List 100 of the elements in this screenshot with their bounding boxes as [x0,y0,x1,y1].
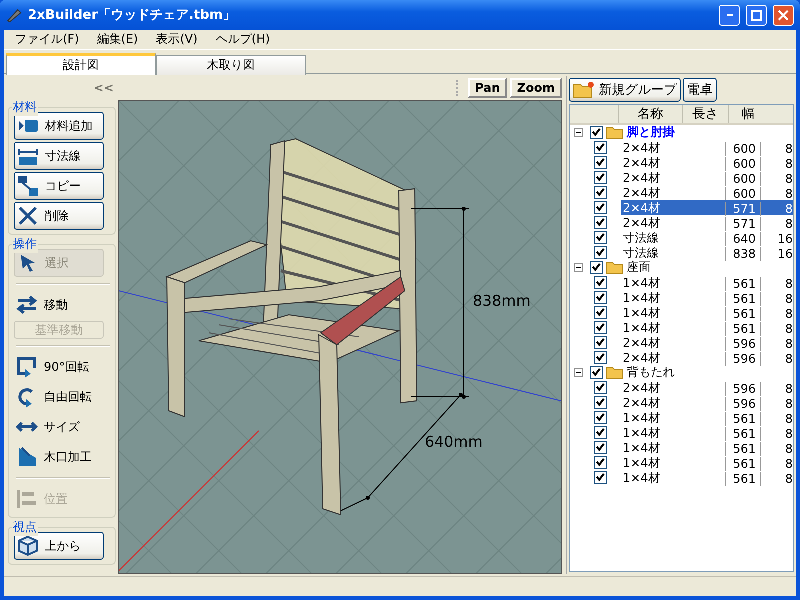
table-cell-text: 2×4材 [622,335,662,352]
checkbox[interactable] [594,156,607,169]
checkbox[interactable] [590,261,603,274]
checkbox[interactable] [594,171,607,184]
toolbar-button[interactable]: 電卓 [683,78,717,102]
column-header[interactable]: 長さ [682,105,728,123]
tree-row[interactable]: 1×4材 561 8 [621,290,793,305]
checkbox[interactable] [594,336,607,349]
checkbox[interactable] [594,411,607,424]
table-cell-text: 8 [784,426,793,440]
group-name[interactable]: 脚と肘掛 [627,124,675,141]
tool-button[interactable]: 上から [14,532,104,560]
minimize-button[interactable] [719,4,740,26]
tab[interactable]: 木取り図 [156,55,306,75]
group-title: 視点 [12,519,38,536]
tree-row[interactable]: 1×4材 561 8 [621,305,793,320]
tree-row[interactable]: 2×4材 571 8 [621,200,793,215]
tree-row[interactable]: 1×4材 561 8 [621,425,793,440]
table-cell: 600 [725,172,761,186]
table-cell: 640 [725,232,761,246]
tool-button[interactable]: 90°回転 [14,353,112,381]
tree-row[interactable]: 1×4材 561 8 [621,440,793,455]
tool-button[interactable]: 寸法線 [14,142,104,170]
tool-button[interactable]: 自由回転 [14,383,112,411]
column-header[interactable]: 幅 [728,105,768,123]
table-cell-text: 1×4材 [622,440,662,457]
tool-button[interactable]: サイズ [14,413,112,441]
menu-item[interactable]: ファイル(F) [6,31,88,48]
checkbox[interactable] [594,216,607,229]
checkbox[interactable] [594,186,607,199]
table-cell: 561 [725,276,761,290]
table-cell-text: 8 [784,186,793,200]
toolbar-grip[interactable] [456,80,460,96]
collapse-toggle[interactable] [574,128,583,137]
tool-button[interactable]: 木口加工 [14,443,112,471]
view-button[interactable]: Zoom [510,78,562,98]
table-cell: 571 [725,202,761,216]
checkbox[interactable] [594,471,607,484]
checkbox[interactable] [594,141,607,154]
tree-row[interactable]: 2×4材 596 8 [621,335,793,350]
tree-row[interactable]: 1×4材 561 8 [621,320,793,335]
tree-row[interactable]: 2×4材 596 8 [621,380,793,395]
group-name[interactable]: 座面 [627,259,651,276]
checkbox[interactable] [594,396,607,409]
menu-item[interactable]: 表示(V) [147,31,207,48]
column-header[interactable]: 名称 [618,105,682,123]
menu-item[interactable]: 編集(E) [88,31,148,48]
tree-row[interactable]: 2×4材 600 8 [621,140,793,155]
tree-row[interactable]: 2×4材 600 8 [621,170,793,185]
tree-row[interactable]: 寸法線 838 16 [621,245,793,260]
checkbox[interactable] [594,246,607,259]
tree-row[interactable]: 寸法線 640 16 [621,230,793,245]
cut-corner-icon [16,446,38,468]
tree-row[interactable]: 2×4材 571 8 [621,215,793,230]
tool-button[interactable]: 移動 [14,291,112,319]
checkbox[interactable] [594,291,607,304]
toolbar-button[interactable]: 新規グループ [569,78,681,102]
dimension-label: 640mm [425,433,483,451]
close-button[interactable] [773,4,794,26]
checkbox[interactable] [594,231,607,244]
table-cell-text: 1×4材 [622,470,662,487]
tree-row[interactable]: 2×4材 596 8 [621,350,793,365]
tree-row[interactable]: 2×4材 596 8 [621,395,793,410]
checkbox[interactable] [594,321,607,334]
checkbox[interactable] [594,306,607,319]
table-cell-text: 8 [784,306,793,320]
table-cell-text: 2×4材 [622,215,662,232]
table-cell-text: 8 [784,412,793,426]
checkbox[interactable] [594,441,607,454]
checkbox[interactable] [594,201,607,214]
maximize-button[interactable] [746,4,767,26]
tab[interactable]: 設計図 [6,53,156,75]
checkbox[interactable] [594,426,607,439]
tool-button[interactable]: コピー [14,172,104,200]
tool-button[interactable]: 材料追加 [14,112,104,140]
checkbox[interactable] [594,381,607,394]
tree-row[interactable]: 1×4材 561 8 [621,275,793,290]
cube-icon [17,535,39,557]
checkbox[interactable] [590,366,603,379]
tree-row[interactable]: 1×4材 561 8 [621,410,793,425]
collapse-toggle[interactable] [574,263,583,272]
table-cell-text: 1×4材 [622,275,662,292]
tree-row[interactable]: 1×4材 561 8 [621,470,793,485]
tree-row[interactable]: 1×4材 561 8 [621,455,793,470]
group-name[interactable]: 背もたれ [627,364,675,381]
view-button[interactable]: Pan [468,78,508,98]
table-cell-text: 8 [784,322,793,336]
collapse-button[interactable]: << [8,80,118,96]
tool-button[interactable]: 削除 [14,202,104,230]
checkbox[interactable] [594,351,607,364]
collapse-toggle[interactable] [574,368,583,377]
checkbox[interactable] [594,276,607,289]
menu-item[interactable]: ヘルプ(H) [206,31,280,48]
3d-viewport[interactable]: 838mm 640mm [118,100,562,574]
table-cell-text: 2×4材 [622,155,662,172]
checkbox[interactable] [594,456,607,469]
tree-row[interactable]: 2×4材 600 8 [621,155,793,170]
checkbox[interactable] [590,126,603,139]
rotate-square-icon [16,356,38,378]
table-cell: 571 [725,216,761,230]
